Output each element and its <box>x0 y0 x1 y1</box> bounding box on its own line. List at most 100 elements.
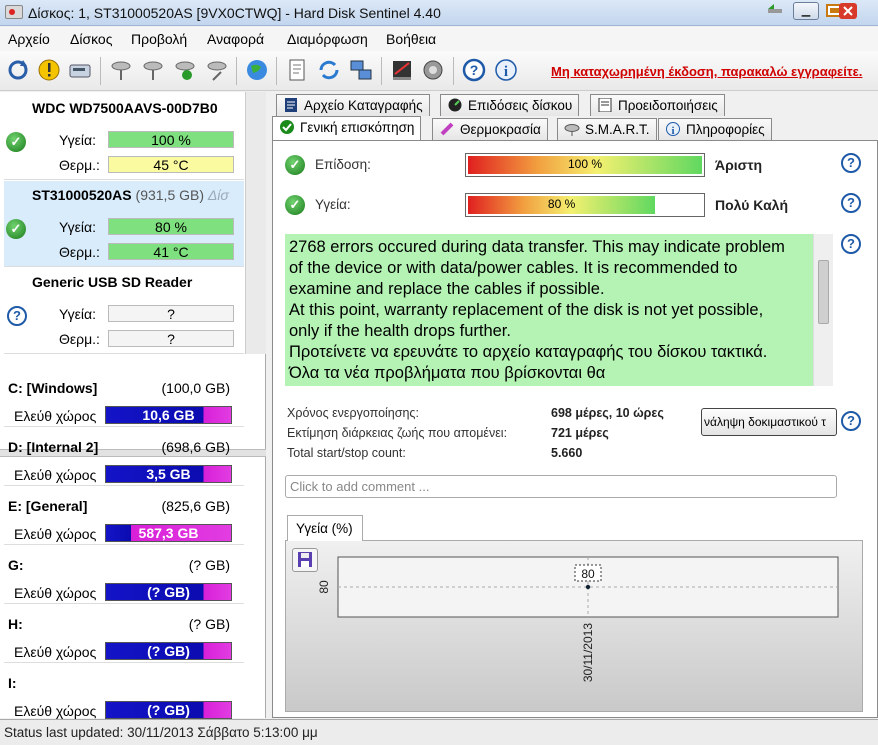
help-icon[interactable]: ? <box>841 411 861 431</box>
info-icon: i <box>665 122 681 137</box>
close-button[interactable] <box>838 2 858 20</box>
probe-ok-icon[interactable] <box>172 57 198 83</box>
volume-card[interactable]: I: Ελεύθ χώρος (? GB) <box>4 665 244 719</box>
health-message-text: 2768 errors occured during data transfer… <box>289 238 785 382</box>
health-chart: 80 80 30/11/2013 <box>285 540 863 712</box>
volume-size: (100,0 GB) <box>161 380 230 396</box>
health-chart-svg: 80 80 30/11/2013 <box>317 556 839 682</box>
globe-icon[interactable] <box>244 57 270 83</box>
menu-configuration[interactable]: Διαμόρφωση <box>287 31 368 47</box>
probe-icon-2[interactable] <box>140 57 166 83</box>
message-scrollbar[interactable] <box>813 234 833 386</box>
tab-overview[interactable]: Γενική επισκόπηση <box>272 116 422 140</box>
comment-field[interactable]: Click to add comment ... <box>285 475 837 498</box>
free-space-bar: 10,6 GB <box>105 406 232 424</box>
menu-report[interactable]: Αναφορά <box>207 31 264 47</box>
health-bar: 80 % <box>108 218 234 235</box>
disk-model: ST31000520AS <box>32 187 132 203</box>
volume-name: E: [General] <box>8 498 88 514</box>
status-ok-icon: ✓ <box>6 219 26 239</box>
volume-size: (? GB) <box>188 616 230 632</box>
disk-card[interactable]: WDC WD7500AAVS-00D7B0 ✓ Υγεία: 100 % Θερ… <box>4 94 244 180</box>
document-icon[interactable] <box>284 57 310 83</box>
lifetime-value: 721 μέρες <box>551 426 609 440</box>
tab-smart[interactable]: S.M.A.R.T. <box>557 118 657 140</box>
info-icon[interactable]: i <box>493 57 519 83</box>
menu-file[interactable]: Αρχείο <box>8 31 50 47</box>
scroll-thumb[interactable] <box>818 260 829 324</box>
volume-name: I: <box>8 675 17 691</box>
volume-card[interactable]: E: [General] (825,6 GB) Ελεύθ χώρος 587,… <box>4 488 244 545</box>
registration-link[interactable]: Μη καταχωρημένη έκδοση, παρακαλώ εγγραφε… <box>551 64 862 79</box>
status-ok-icon: ✓ <box>6 132 26 152</box>
disk-card[interactable]: Generic USB SD Reader ? Υγεία: ? Θερμ.: … <box>4 268 244 354</box>
sync-icon[interactable] <box>316 57 342 83</box>
disk-list-scrollbar[interactable] <box>245 92 266 354</box>
help-icon[interactable]: ? <box>841 234 861 254</box>
svg-text:i: i <box>504 64 508 80</box>
sound-icon[interactable] <box>420 57 446 83</box>
tray-icon[interactable] <box>764 2 786 20</box>
help-icon[interactable]: ? <box>461 57 487 83</box>
status-bar: Status last updated: 30/11/2013 Σάββατο … <box>0 719 878 745</box>
volume-card[interactable]: C: [Windows] (100,0 GB) Ελεύθ χώρος 10,6… <box>4 370 244 427</box>
disk-number-suffix: Δίσ <box>207 187 229 203</box>
free-space-bar: (? GB) <box>105 583 232 601</box>
help-icon[interactable]: ? <box>841 153 861 173</box>
temp-label: Θερμ.: <box>59 244 100 260</box>
volume-name: C: [Windows] <box>8 380 98 396</box>
tab-log[interactable]: Αρχείο Καταγραφής <box>276 94 430 116</box>
refresh-icon[interactable] <box>5 57 31 83</box>
menu-view[interactable]: Προβολή <box>131 31 187 47</box>
menu-help[interactable]: Βοήθεια <box>386 31 436 47</box>
data-label: 80 <box>581 567 595 581</box>
chart-tab-health[interactable]: Υγεία (%) <box>287 515 363 541</box>
tab-label: Επιδόσεις δίσκου <box>468 98 573 113</box>
free-space-label: Ελεύθ χώρος <box>14 467 97 483</box>
minimize-button[interactable]: ▁ <box>793 2 819 20</box>
free-space-bar: 3,5 GB <box>105 465 232 483</box>
disk-icon[interactable] <box>67 57 93 83</box>
tab-label: Αρχείο Καταγραφής <box>304 98 423 113</box>
y-tick-label: 80 <box>317 580 331 594</box>
temp-bar: 41 °C <box>108 243 234 260</box>
report-icon[interactable] <box>389 57 415 83</box>
volume-name: H: <box>8 616 23 632</box>
alert-doc-icon <box>597 97 613 113</box>
tab-temperature[interactable]: Θερμοκρασία <box>432 118 548 140</box>
volume-name: G: <box>8 557 24 573</box>
title-bar: Δίσκος: 1, ST31000520AS [9VX0CTWQ] - Har… <box>0 0 878 26</box>
free-space-label: Ελεύθ χώρος <box>14 526 97 542</box>
gauge-icon <box>447 98 463 112</box>
free-space-bar: 587,3 GB <box>105 524 232 542</box>
temp-bar: 45 °C <box>108 156 234 173</box>
volume-card[interactable]: G: (? GB) Ελεύθ χώρος (? GB) <box>4 547 244 604</box>
volume-card[interactable]: D: [Internal 2] (698,6 GB) Ελεύθ χώρος 3… <box>4 429 244 486</box>
volume-card[interactable]: H: (? GB) Ελεύθ χώρος (? GB) <box>4 606 244 663</box>
network-icon[interactable] <box>348 57 374 83</box>
app-icon <box>5 5 23 19</box>
probe-tool-icon[interactable] <box>204 57 230 83</box>
help-icon[interactable]: ? <box>841 193 861 213</box>
smart-disk-icon <box>564 122 580 136</box>
startstop-label: Total start/stop count: <box>287 446 406 460</box>
volume-name: D: [Internal 2] <box>8 439 99 455</box>
volume-size: (? GB) <box>188 557 230 573</box>
tab-alerts[interactable]: Προειδοποιήσεις <box>590 94 725 116</box>
probe-icon[interactable] <box>108 57 134 83</box>
health-bar-value: 80 % <box>468 196 656 214</box>
warning-icon[interactable] <box>36 57 62 83</box>
disk-card-selected[interactable]: ST31000520AS (931,5 GB) Δίσ ✓ Υγεία: 80 … <box>4 181 244 267</box>
disk-name: WDC WD7500AAVS-00D7B0 <box>32 100 218 116</box>
save-chart-button[interactable] <box>292 548 318 572</box>
volume-size: (698,6 GB) <box>161 439 230 455</box>
free-space-bar: (? GB) <box>105 642 232 660</box>
free-space-label: Ελεύθ χώρος <box>14 585 97 601</box>
tab-performance[interactable]: Επιδόσεις δίσκου <box>440 94 580 116</box>
power-on-value: 698 μέρες, 10 ώρες <box>551 406 664 420</box>
tab-information[interactable]: i Πληροφορίες <box>658 118 772 140</box>
test-button[interactable]: νάληψη δοκιμαστικού τ <box>701 408 837 436</box>
menu-disk[interactable]: Δίσκος <box>70 31 112 47</box>
temp-bar: ? <box>108 330 234 347</box>
log-icon <box>283 98 299 112</box>
